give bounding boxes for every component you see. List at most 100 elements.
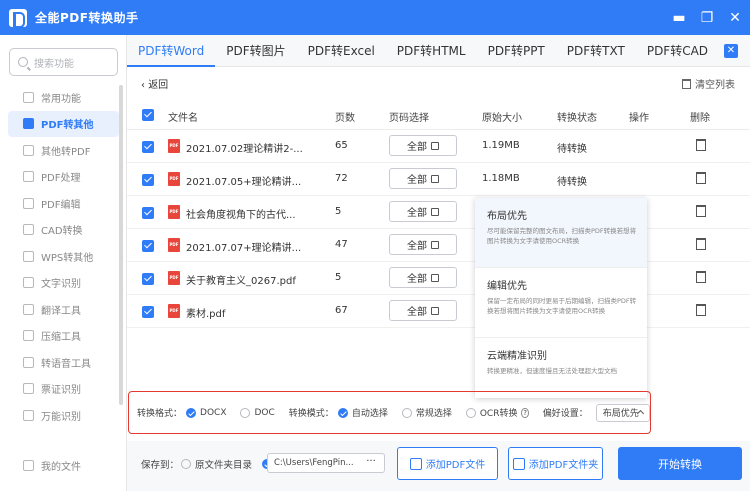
sidebar-item-ticket[interactable]: 票证识别 [0, 376, 127, 403]
page-range-label: 全部 [407, 175, 427, 186]
search-input[interactable]: 搜索功能 [9, 48, 118, 76]
row-checkbox[interactable] [142, 141, 154, 153]
save-to-label: 保存到： [141, 460, 180, 471]
preference-select[interactable]: 布局优先 [595, 403, 650, 422]
page-range-button[interactable]: 全部 [389, 135, 457, 156]
header-page-range: 页码选择 [389, 113, 429, 124]
docx-radio[interactable] [186, 407, 197, 418]
normal-mode-radio[interactable] [401, 407, 412, 418]
delete-icon[interactable] [696, 205, 706, 217]
tab-pdf-to-cad[interactable]: PDF转CAD [636, 35, 719, 67]
close-icon[interactable]: ✕ [728, 11, 742, 25]
delete-icon[interactable] [696, 238, 706, 250]
option-layout-priority[interactable]: 布局优先 尽可能保留完整的图文布局，扫描类PDF转换若想将图片转换为文字请使用O… [475, 198, 647, 268]
back-button[interactable]: ‹ 返回 [141, 76, 168, 91]
sidebar-item-cad[interactable]: CAD转换 [0, 217, 127, 244]
page-range-label: 全部 [407, 241, 427, 252]
pdf-file-icon: PDF [168, 271, 180, 285]
start-convert-button[interactable]: 开始转换 [618, 447, 742, 480]
tab-pdf-to-txt[interactable]: PDF转TXT [556, 35, 636, 67]
row-checkbox[interactable] [142, 273, 154, 285]
auto-mode-label: 自动选择 [351, 409, 388, 419]
sidebar-item-ocr[interactable]: 文字识别 [0, 270, 127, 297]
delete-icon[interactable] [696, 271, 706, 283]
format-label: 转换格式： [137, 409, 183, 419]
ocr-mode-radio[interactable] [465, 407, 476, 418]
add-pdf-folder-button[interactable]: 添加PDF文件夹 [508, 447, 603, 480]
restore-icon[interactable]: ❐ [700, 11, 714, 25]
add-pdf-file-label: 添加PDF文件 [425, 460, 486, 471]
compress-icon [23, 330, 34, 342]
translate-icon [23, 303, 34, 315]
sidebar-item-label: CAD转换 [41, 226, 83, 238]
delete-icon[interactable] [696, 304, 706, 316]
sidebar-item-label: 翻译工具 [41, 305, 81, 317]
select-all-checkbox[interactable] [142, 109, 154, 121]
doc-radio[interactable] [240, 407, 251, 418]
table-row: PDF 社会角度视角下的古代... 5 全部 [127, 196, 750, 229]
tab-pdf-to-excel[interactable]: PDF转Excel [297, 35, 386, 67]
row-checkbox[interactable] [142, 306, 154, 318]
original-dir-radio[interactable] [181, 459, 192, 469]
page-range-label: 全部 [407, 307, 427, 318]
tab-pdf-to-word[interactable]: PDF转Word [127, 35, 216, 67]
option-edit-priority[interactable]: 编辑优先 保留一定布局的同时更易于后期编辑，扫描类PDF转换若想将图片转换为文字… [475, 268, 647, 338]
page-range-button[interactable]: 全部 [389, 201, 457, 222]
page-range-button[interactable]: 全部 [389, 300, 457, 321]
file-size: 1.18MB [482, 173, 520, 184]
sidebar-item-voice[interactable]: 转语音工具 [0, 349, 127, 376]
tab-pdf-to-image[interactable]: PDF转图片 [215, 35, 296, 67]
minimize-icon[interactable]: ▬ [672, 11, 686, 25]
pdf-file-icon: PDF [168, 205, 180, 219]
add-pdf-file-button[interactable]: 添加PDF文件 [397, 447, 498, 480]
add-file-icon [409, 457, 422, 470]
table-row: PDF 2021.07.07+理论精讲... 47 全部 [127, 229, 750, 262]
clear-list-button[interactable]: 清空列表 [682, 76, 735, 91]
ocr-mode-label: OCR转换 [479, 409, 518, 419]
file-name: 素材.pdf [186, 309, 226, 320]
tab-pdf-to-html[interactable]: PDF转HTML [386, 35, 477, 67]
row-checkbox[interactable] [142, 174, 154, 186]
sidebar-item-universal[interactable]: 万能识别 [0, 402, 127, 429]
pdf-file-icon: PDF [168, 304, 180, 318]
header-filename: 文件名 [168, 113, 198, 124]
pdf-file-icon: PDF [168, 139, 180, 153]
trash-icon [682, 78, 691, 89]
row-checkbox[interactable] [142, 207, 154, 219]
auto-mode-radio[interactable] [337, 407, 348, 418]
page-range-button[interactable]: 全部 [389, 234, 457, 255]
delete-icon[interactable] [696, 139, 706, 151]
delete-icon[interactable] [696, 172, 706, 184]
option-desc: 保留一定布局的同时更易于后期编辑，扫描类PDF转换若想将图片转换为文字请使用OC… [487, 297, 637, 315]
tab-pdf-to-ppt[interactable]: PDF转PPT [477, 35, 556, 67]
browse-button[interactable]: ··· [358, 453, 385, 473]
sidebar-item-pdf-edit[interactable]: PDF编辑 [0, 190, 127, 217]
app-title: 全能PDF转换助手 [35, 11, 139, 25]
sidebar-scrollbar[interactable] [119, 85, 123, 405]
sidebar-item-pdf-process[interactable]: PDF处理 [0, 164, 127, 191]
help-icon[interactable]: ? [521, 407, 529, 418]
sidebar-item-translate[interactable]: 翻译工具 [0, 296, 127, 323]
edit-icon [431, 141, 439, 150]
save-path-field[interactable]: C:\Users\FengPin... [267, 453, 367, 473]
sidebar-item-my-files[interactable]: 我的文件 [23, 458, 81, 473]
sidebar-item-common[interactable]: 常用功能 [0, 84, 127, 111]
row-checkbox[interactable] [142, 240, 154, 252]
mode-label: 转换模式： [288, 409, 334, 419]
option-title: 云端精准识别 [487, 351, 547, 362]
file-name: 关于教育主义_0267.pdf [186, 276, 296, 287]
clear-list-label: 清空列表 [695, 80, 735, 91]
option-cloud-ocr[interactable]: 云端精准识别 转换更精准，但速度慢且无法处理超大型文档 [475, 338, 647, 398]
sidebar-item-pdf-to-other[interactable]: PDF转其他 [8, 110, 119, 137]
sidebar-item-wps[interactable]: WPS转其他 [0, 243, 127, 270]
sidebar-item-compress[interactable]: 压缩工具 [0, 323, 127, 350]
option-desc: 尽可能保留完整的图文布局，扫描类PDF转换若想将图片转换为文字请使用OCR转换 [487, 227, 637, 245]
footer: 保存到： 原文件夹目录 C:\Users\FengPin... ··· 添加PD… [127, 441, 750, 491]
tabs-close-icon[interactable]: ✕ [724, 44, 738, 58]
back-label: 返回 [148, 80, 169, 91]
page-range-button[interactable]: 全部 [389, 168, 457, 189]
option-desc: 转换更精准，但速度慢且无法处理超大型文档 [487, 367, 617, 375]
page-count: 5 [335, 206, 342, 217]
sidebar-item-other-to-pdf[interactable]: 其他转PDF [0, 137, 127, 164]
page-range-button[interactable]: 全部 [389, 267, 457, 288]
